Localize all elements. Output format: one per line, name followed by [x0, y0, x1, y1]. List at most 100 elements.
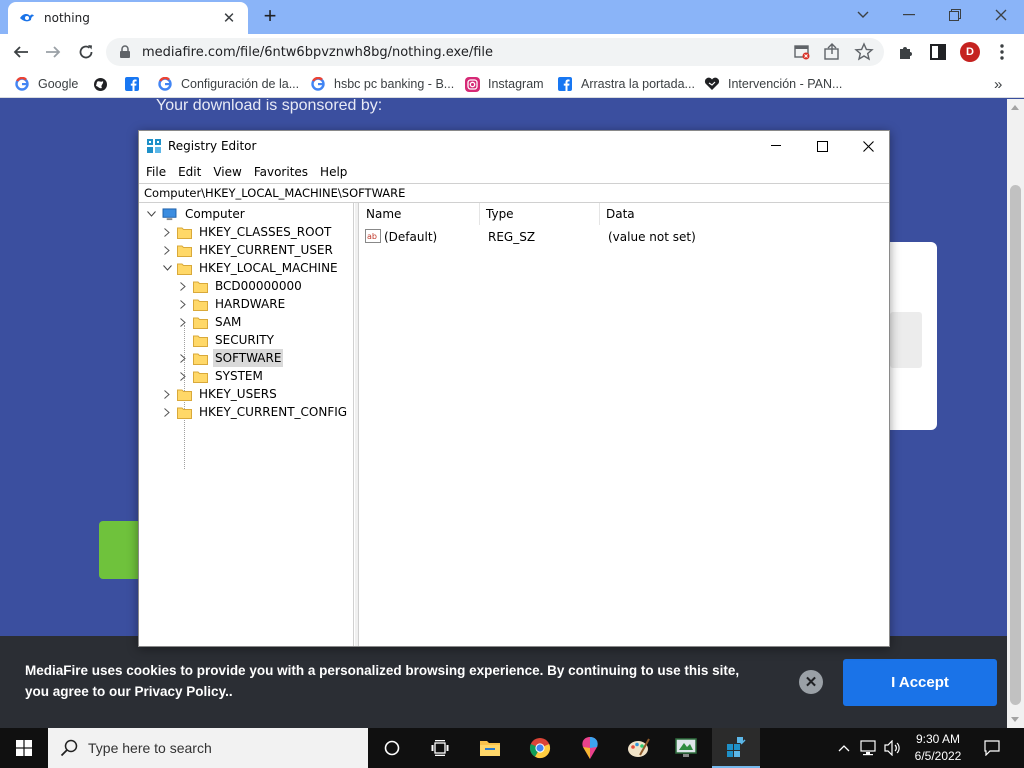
bookmark-star-icon[interactable] [854, 42, 874, 62]
extensions-button[interactable] [894, 40, 918, 64]
registry-editor-window: Registry Editor File Edit View Favorites… [138, 130, 890, 647]
column-header-data[interactable]: Data [600, 203, 889, 225]
chevron-right-icon[interactable] [177, 349, 189, 367]
scroll-up-arrow-icon[interactable] [1011, 105, 1019, 110]
blocked-popup-icon[interactable] [792, 42, 812, 62]
tree-node-security[interactable]: SECURITY [177, 331, 276, 349]
browser-tab[interactable]: nothing ✕ [8, 2, 248, 34]
start-button[interactable] [0, 728, 48, 768]
show-hidden-icons-button[interactable] [838, 728, 850, 768]
back-button[interactable] [8, 40, 34, 64]
chevron-down-icon[interactable] [161, 259, 173, 277]
taskbar-chrome[interactable] [516, 728, 564, 768]
chevron-right-icon[interactable] [177, 313, 189, 331]
url-text[interactable]: mediafire.com/file/6ntw6bpvznwh8bg/nothi… [142, 45, 493, 60]
menu-favorites[interactable]: Favorites [254, 161, 308, 183]
action-center-button[interactable] [984, 728, 1000, 768]
regedit-menubar: File Edit View Favorites Help [139, 161, 889, 183]
folder-icon [193, 353, 208, 365]
bookmark-globe[interactable] [92, 75, 116, 93]
registry-values-list[interactable]: Name Type Data ab (Default) REG_SZ (valu… [360, 203, 889, 646]
chevron-right-icon[interactable] [177, 367, 189, 385]
regedit-minimize-button[interactable] [753, 131, 799, 161]
browser-menu-button[interactable] [990, 40, 1014, 64]
chevron-down-icon[interactable] [145, 205, 157, 223]
network-icon [860, 740, 876, 756]
close-tab-icon[interactable]: ✕ [220, 9, 238, 27]
tree-node-system[interactable]: SYSTEM [177, 367, 265, 385]
bookmarks-overflow-button[interactable]: » [994, 75, 1002, 93]
column-header-name[interactable]: Name [360, 203, 480, 225]
cookie-banner: MediaFire uses cookies to provide you wi… [0, 636, 1007, 728]
tree-node-computer[interactable]: Computer [145, 205, 247, 223]
page-scrollbar[interactable] [1007, 99, 1024, 728]
chevron-right-icon[interactable] [161, 223, 173, 241]
tree-node-hkey-current-config[interactable]: HKEY_CURRENT_CONFIG [161, 403, 349, 421]
task-view-button[interactable] [416, 728, 464, 768]
column-header-type[interactable]: Type [480, 203, 600, 225]
chevron-right-icon[interactable] [177, 295, 189, 313]
paint-palette-icon [628, 738, 650, 757]
folder-icon [193, 317, 208, 329]
bookmark-arrastra[interactable]: Arrastra la portada... [557, 75, 695, 93]
menu-file[interactable]: File [146, 161, 166, 183]
taskbar-clock[interactable]: 9:30 AM 6/5/2022 [900, 731, 976, 765]
registry-tree[interactable]: Computer HKEY_CLASSES_ROOT HKEY_CURRENT_… [139, 203, 354, 646]
lock-icon[interactable] [118, 45, 132, 59]
bookmark-hsbc[interactable]: hsbc pc banking - B... [310, 75, 454, 93]
back-arrow-icon [13, 46, 28, 58]
monitor-app-icon [675, 738, 697, 757]
tree-node-hkey-local-machine[interactable]: HKEY_LOCAL_MACHINE [161, 259, 340, 277]
forward-button[interactable] [40, 40, 66, 64]
tree-node-hardware[interactable]: HARDWARE [177, 295, 287, 313]
bookmark-configuracion[interactable]: Configuración de la... [157, 75, 299, 93]
new-tab-button[interactable]: + [258, 5, 282, 29]
menu-edit[interactable]: Edit [178, 161, 201, 183]
regedit-close-button[interactable] [845, 131, 891, 161]
share-icon[interactable] [822, 42, 842, 62]
taskbar-file-explorer[interactable] [466, 728, 514, 768]
cortana-button[interactable] [368, 728, 416, 768]
taskbar-paint[interactable] [614, 728, 662, 768]
chevron-right-icon[interactable] [161, 241, 173, 259]
tab-search-chevron-icon[interactable] [840, 0, 886, 30]
close-window-button[interactable] [978, 0, 1024, 30]
tree-node-hkey-current-user[interactable]: HKEY_CURRENT_USER [161, 241, 335, 259]
menu-view[interactable]: View [213, 161, 241, 183]
minimize-window-button[interactable] [886, 0, 932, 30]
bookmark-facebook-1[interactable] [124, 75, 148, 93]
folder-icon [193, 335, 208, 347]
taskbar-remote-app[interactable] [662, 728, 710, 768]
reload-button[interactable] [73, 40, 99, 64]
regedit-address-bar[interactable]: Computer\HKEY_LOCAL_MACHINE\SOFTWARE [139, 183, 889, 203]
tree-node-software[interactable]: SOFTWARE [177, 349, 284, 367]
menu-help[interactable]: Help [320, 161, 347, 183]
scrollbar-thumb[interactable] [1010, 185, 1021, 705]
taskbar-paint3d[interactable] [566, 728, 614, 768]
chevron-right-icon[interactable] [161, 385, 173, 403]
bookmark-google[interactable]: Google [14, 75, 78, 93]
download-button[interactable] [99, 521, 139, 579]
taskbar-registry-editor[interactable] [712, 728, 760, 768]
tree-node-hkey-classes-root[interactable]: HKEY_CLASSES_ROOT [161, 223, 333, 241]
scroll-down-arrow-icon[interactable] [1011, 717, 1019, 722]
taskbar-search-box[interactable]: Type here to search [48, 728, 368, 768]
chevron-right-icon[interactable] [161, 403, 173, 421]
tree-node-bcd00000000[interactable]: BCD00000000 [177, 277, 304, 295]
network-status[interactable] [860, 728, 878, 768]
pane-splitter[interactable] [355, 203, 359, 646]
tree-node-hkey-users[interactable]: HKEY_USERS [161, 385, 279, 403]
accept-cookies-button[interactable]: I Accept [843, 659, 997, 706]
chevron-right-icon[interactable] [177, 277, 189, 295]
restore-window-button[interactable] [932, 0, 978, 30]
bookmark-instagram[interactable]: Instagram [464, 75, 544, 93]
bookmark-intervencion[interactable]: Intervención - PAN... [704, 75, 842, 93]
tree-node-sam[interactable]: SAM [177, 313, 243, 331]
registry-editor-titlebar[interactable]: Registry Editor [139, 131, 889, 161]
profile-avatar[interactable]: D [960, 42, 980, 62]
cookie-close-button[interactable]: ✕ [799, 670, 823, 694]
address-bar[interactable]: mediafire.com/file/6ntw6bpvznwh8bg/nothi… [106, 38, 884, 66]
table-row[interactable]: ab (Default) REG_SZ (value not set) [360, 227, 889, 247]
regedit-maximize-button[interactable] [799, 131, 845, 161]
side-panel-button[interactable] [926, 40, 950, 64]
